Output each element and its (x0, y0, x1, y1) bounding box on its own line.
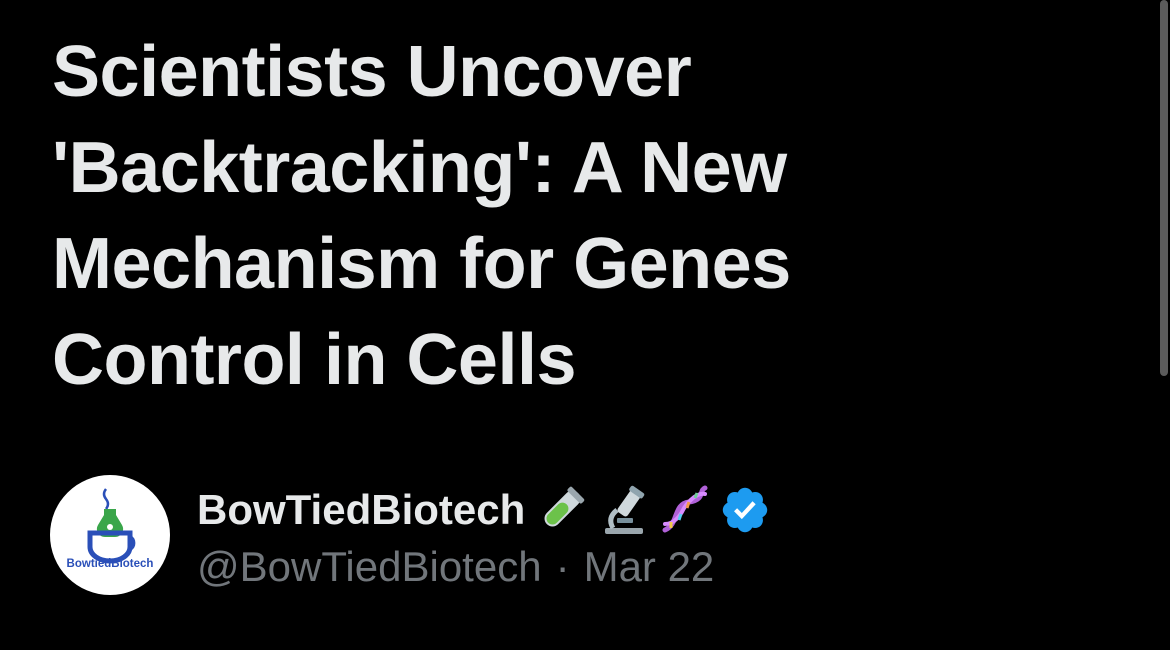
avatar[interactable]: BowtiedBiotech (50, 475, 170, 595)
dna-icon (659, 484, 711, 536)
verified-badge-icon[interactable] (719, 484, 771, 536)
scrollbar-thumb[interactable] (1160, 0, 1168, 376)
separator-dot: · (555, 543, 570, 590)
post-date[interactable]: Mar 22 (584, 543, 715, 591)
logo-wordmark: BowtiedBiotech (67, 558, 154, 570)
headline-line: Mechanism for Genes (52, 224, 791, 304)
headline-line: Scientists Uncover (52, 32, 692, 112)
test-tube-icon (535, 484, 587, 536)
meta-row: @BowTiedBiotech · Mar 22 (197, 543, 771, 591)
author-handle[interactable]: @BowTiedBiotech (197, 543, 542, 591)
author-info: BowTiedBiotech @BowTiedBiotech · Mar 22 (197, 479, 771, 591)
headline-line: 'Backtracking': A New (52, 128, 787, 208)
post-headline: Scientists Uncover 'Backtracking': A New… (52, 24, 1112, 408)
headline-line: Control in Cells (52, 320, 577, 400)
name-row: BowTiedBiotech (197, 479, 771, 541)
author-display-name[interactable]: BowTiedBiotech (197, 486, 525, 534)
bowtiedbiotech-logo-icon: BowtiedBiotech (67, 488, 154, 570)
author-block: BowtiedBiotech BowTiedBiotech @BowTiedBi… (50, 474, 771, 596)
microscope-icon (597, 484, 649, 536)
